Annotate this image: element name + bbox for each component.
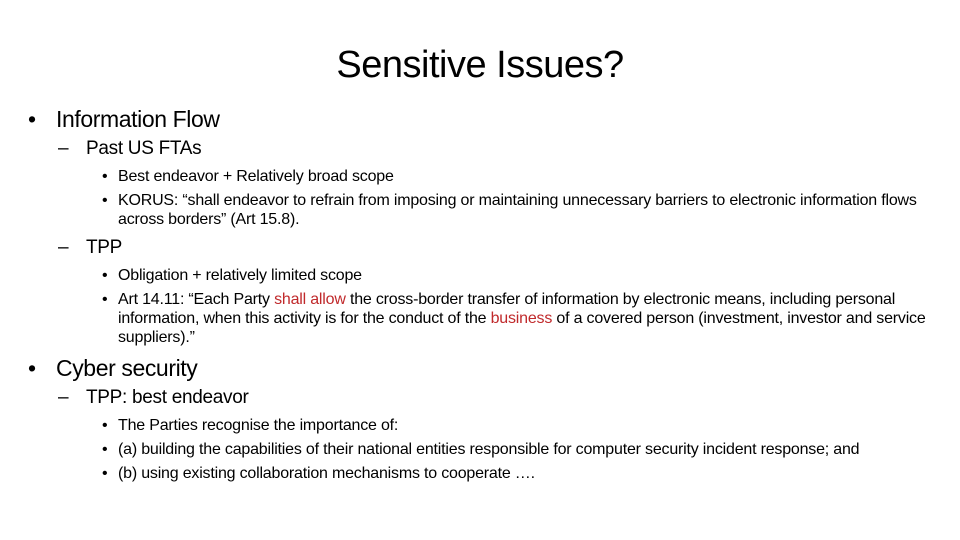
subsection-heading: Past US FTAs [86, 138, 202, 159]
point-list: • Best endeavor + Relatively broad scope… [28, 167, 938, 229]
point: • Art 14.11: “Each Party shall allow the… [28, 290, 938, 347]
bullet-icon: • [102, 267, 108, 284]
highlight-business: business [490, 310, 553, 327]
point: • (a) building the capabilities of their… [28, 440, 938, 459]
section-cyber-security: • Cyber security [28, 353, 938, 383]
bullet-icon: • [102, 465, 108, 482]
point: • The Parties recognise the importance o… [28, 416, 938, 435]
bullet-icon: • [102, 168, 108, 185]
slide-title: Sensitive Issues? [336, 44, 624, 86]
bullet-icon: • [102, 417, 108, 434]
point: • Obligation + relatively limited scope [28, 266, 938, 285]
subsection-past-us-ftas: – Past US FTAs [28, 136, 938, 162]
dash-icon: – [58, 237, 69, 258]
bullet-icon: • [28, 106, 36, 132]
point-list: • Obligation + relatively limited scope … [28, 266, 938, 347]
subsection-heading: TPP [86, 237, 123, 258]
point-list: • The Parties recognise the importance o… [28, 416, 938, 483]
bullet-icon: • [102, 291, 108, 308]
bullet-icon: • [28, 355, 36, 381]
point-text: The Parties recognise the importance of: [118, 417, 399, 434]
section-heading: Information Flow [56, 106, 220, 132]
point: • Best endeavor + Relatively broad scope [28, 167, 938, 186]
point-text: (b) using existing collaboration mechani… [118, 465, 535, 482]
point-text-part: Art 14.11: “Each Party [118, 291, 275, 308]
point-text: (a) building the capabilities of their n… [118, 441, 860, 458]
section-heading: Cyber security [56, 355, 198, 381]
subsection-tpp: – TPP [28, 235, 938, 261]
subsection-tpp-best-endeavor: – TPP: best endeavor [28, 385, 938, 411]
section-information-flow: • Information Flow [28, 104, 938, 134]
dash-icon: – [58, 138, 69, 159]
point-text: Obligation + relatively limited scope [118, 267, 362, 284]
point-text: KORUS: “shall endeavor to refrain from i… [118, 192, 917, 228]
point-text: Best endeavor + Relatively broad scope [118, 168, 394, 185]
bullet-icon: • [102, 441, 108, 458]
point: • KORUS: “shall endeavor to refrain from… [28, 191, 938, 229]
point: • (b) using existing collaboration mecha… [28, 464, 938, 483]
highlight-shall-allow: shall allow [274, 291, 346, 308]
bullet-icon: • [102, 192, 108, 209]
dash-icon: – [58, 387, 69, 408]
slide-body: • Information Flow – Past US FTAs • Best… [28, 104, 938, 489]
subsection-heading: TPP: best endeavor [86, 387, 249, 408]
